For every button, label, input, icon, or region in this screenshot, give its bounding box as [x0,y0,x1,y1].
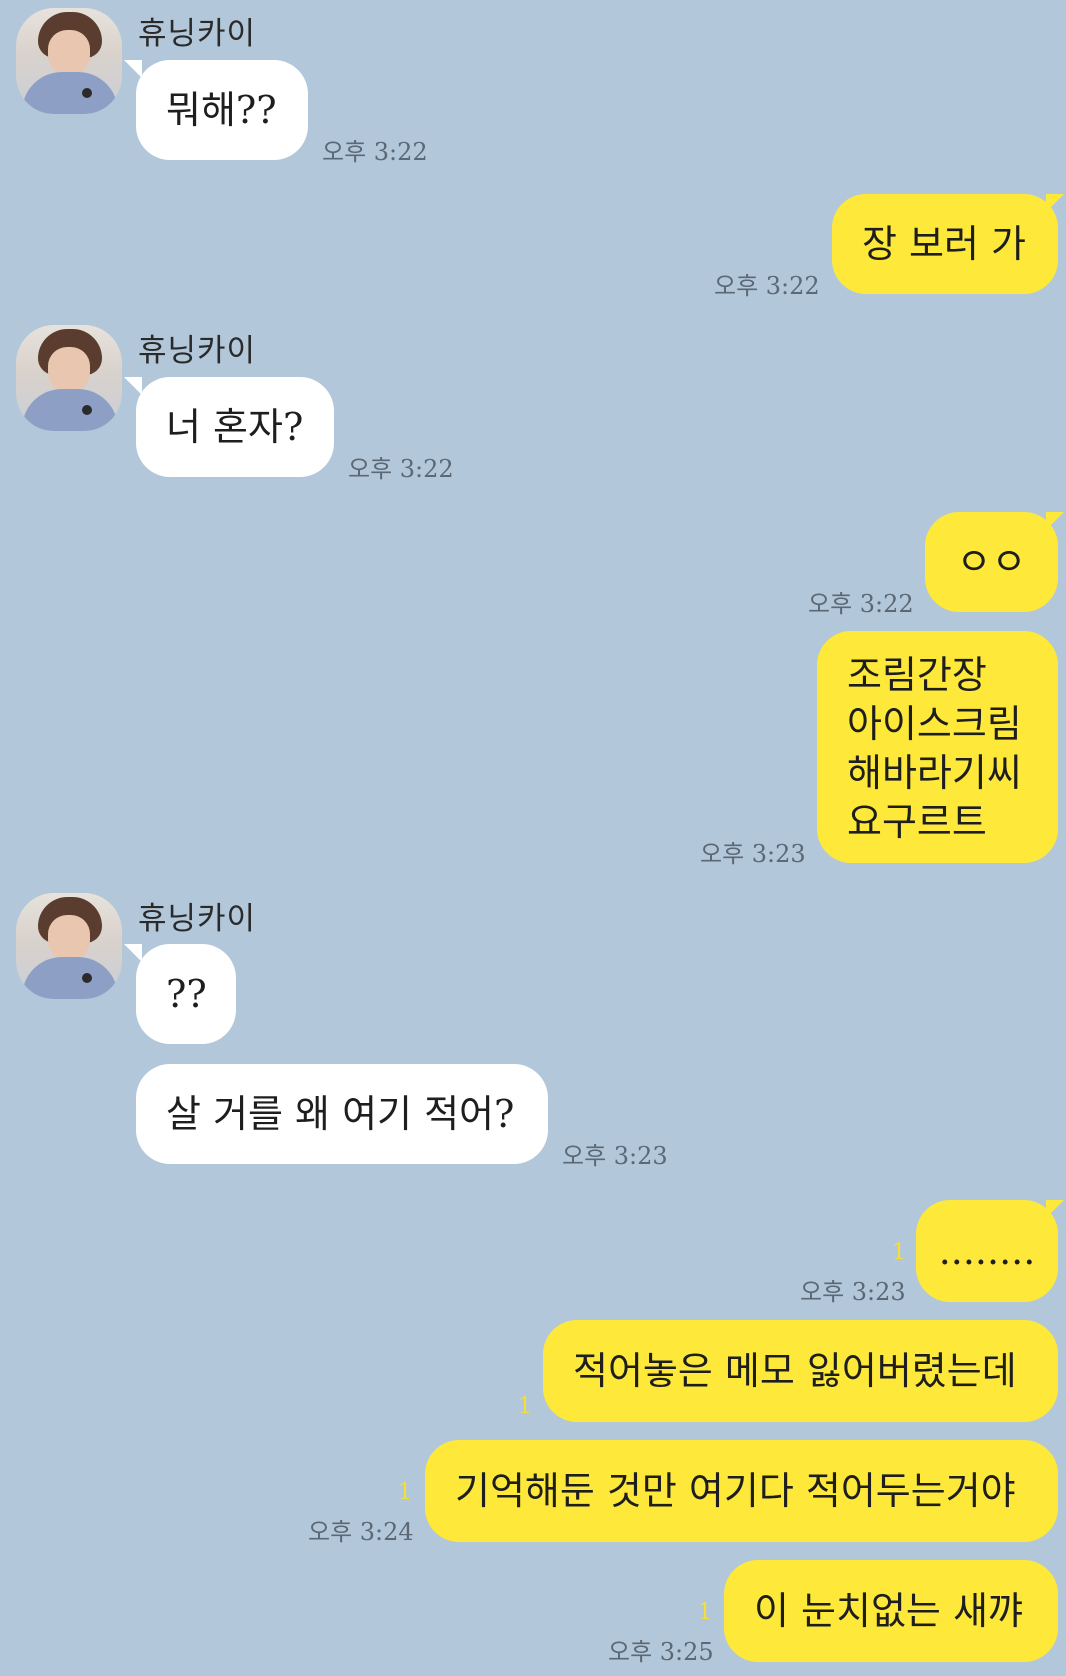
message-bubble-outgoing[interactable]: 적어놓은 메모 잃어버렸는데 [543,1320,1058,1422]
message-text: ........ [938,1229,1036,1273]
message-timestamp: 오후 3:23 [800,1278,906,1306]
message-text: 장 보러 가 [862,222,1026,266]
message-bubble-incoming[interactable]: 살 거를 왜 여기 적어? [136,1064,548,1164]
message-timestamp: 오후 3:22 [714,272,820,300]
message-bubble-outgoing[interactable]: 장 보러 가 [832,194,1058,294]
message-bubble-outgoing[interactable]: ........ [916,1200,1058,1302]
message-timestamp: 오후 3:22 [808,590,914,618]
unread-count: 1 [518,1394,532,1419]
message-text: ?? [166,972,207,1016]
sender-name: 휴닝카이 [138,901,257,937]
avatar[interactable] [16,325,122,431]
message-text-line: 아이스크림 [847,702,1022,746]
message-timestamp: 오후 3:23 [562,1142,668,1170]
message-text: ㅇㅇ [956,540,1027,584]
message-timestamp: 오후 3:25 [608,1638,714,1666]
message-bubble-outgoing[interactable]: 이 눈치없는 새꺄 [724,1560,1058,1662]
message-bubble-incoming[interactable]: 뭐해?? [136,60,308,160]
message-timestamp: 오후 3:22 [348,455,454,483]
message-timestamp: 오후 3:22 [322,138,428,166]
message-bubble-outgoing[interactable]: 기억해둔 것만 여기다 적어두는거야 [425,1440,1058,1542]
sender-name: 휴닝카이 [138,333,257,369]
sender-name: 휴닝카이 [138,16,257,52]
message-bubble-outgoing[interactable]: 조림간장 아이스크림 해바라기씨 요구르트 [817,631,1058,863]
message-text-line: 조림간장 [847,653,987,697]
unread-count: 1 [398,1480,412,1505]
message-text-line: 요구르트 [847,800,987,844]
message-text: 기억해둔 것만 여기다 적어두는거야 [455,1469,1016,1513]
message-text: 살 거를 왜 여기 적어? [166,1092,515,1136]
message-text-line: 해바라기씨 [847,751,1022,795]
message-text: 너 혼자? [166,405,304,449]
avatar[interactable] [16,8,122,114]
message-timestamp: 오후 3:23 [700,840,806,868]
message-bubble-incoming[interactable]: ?? [136,944,236,1044]
message-bubble-incoming[interactable]: 너 혼자? [136,377,334,477]
message-text: 이 눈치없는 새꺄 [754,1589,1023,1633]
avatar[interactable] [16,893,122,999]
message-text: 적어놓은 메모 잃어버렸는데 [573,1349,1017,1393]
message-timestamp: 오후 3:24 [308,1518,414,1546]
message-bubble-outgoing[interactable]: ㅇㅇ [925,512,1058,612]
unread-count: 1 [698,1600,712,1625]
unread-count: 1 [892,1240,906,1265]
message-text: 뭐해?? [166,88,277,132]
